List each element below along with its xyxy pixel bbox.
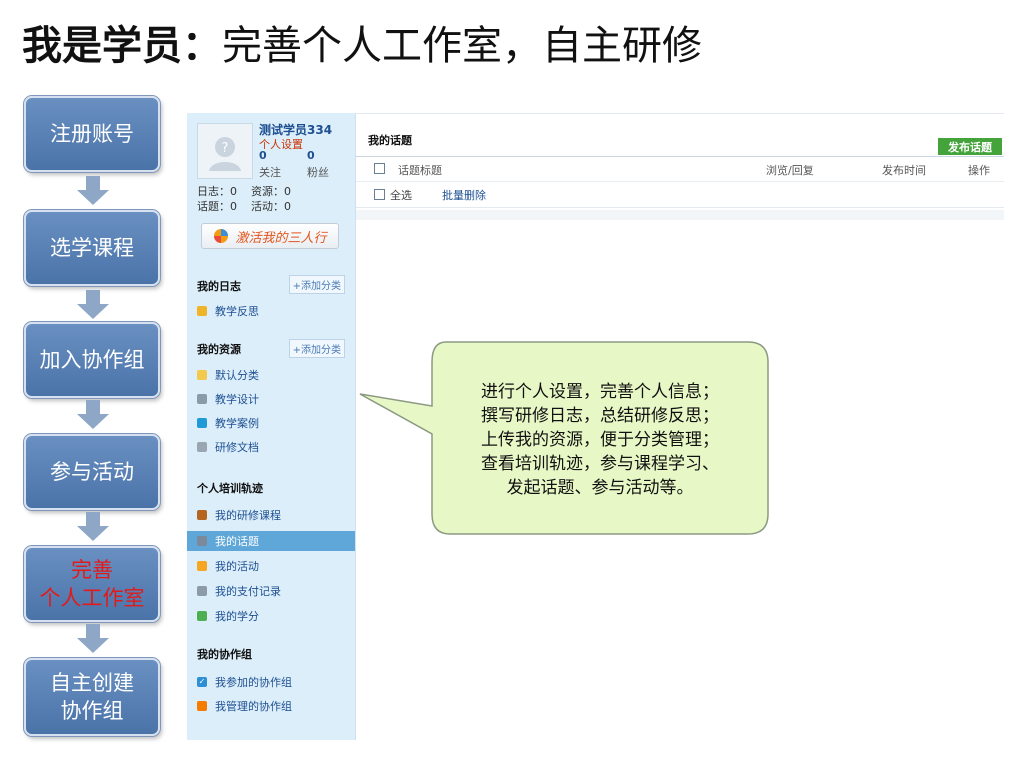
flow-step-improve-studio: 完善 个人工作室 (24, 546, 160, 622)
flow-arrow-down-icon (77, 400, 109, 429)
callout-line: 撰写研修日志，总结研修反思； (481, 406, 719, 426)
file-icon (197, 442, 207, 452)
divider (356, 210, 1004, 220)
book-icon (197, 510, 207, 520)
page-title: 我的话题 (368, 134, 412, 147)
slide-title-normal: 完善个人工作室，自主研修 (222, 23, 702, 69)
flow-step-label: 完善 个人工作室 (39, 558, 145, 610)
flow-step-label: 加入协作组 (39, 348, 145, 372)
column-header-title: 话题标题 (398, 164, 442, 177)
nav-item-label: 我的学分 (215, 610, 259, 623)
nav-item-my-activities[interactable]: 我的活动 (187, 556, 355, 576)
activate-sanrenxing-button[interactable]: 激活我的三人行 (201, 223, 339, 249)
flow-step-select-course: 选学课程 (24, 210, 160, 286)
nav-item-label: 我管理的协作组 (215, 700, 292, 713)
flow-step-join-activity: 参与活动 (24, 434, 160, 510)
pinwheel-icon (214, 229, 229, 243)
nav-item-teaching-reflection[interactable]: 教学反思 (187, 301, 355, 321)
section-my-groups: 我的协作组 (197, 648, 252, 661)
slide-title: 我是学员：完善个人工作室，自主研修 (22, 18, 702, 74)
table-toolbar-row: 全选 批量删除 (356, 181, 1004, 208)
nav-item-teaching-case[interactable]: 教学案例 (187, 413, 355, 433)
section-training-track: 个人培训轨迹 (197, 482, 263, 495)
callout-line: 上传我的资源，便于分类管理； (481, 430, 719, 450)
section-my-resources: 我的资源 (197, 343, 241, 356)
flow-step-label: 参与活动 (50, 460, 134, 484)
table-header: 话题标题 浏览/回复 发布时间 操作 (356, 156, 1004, 182)
follow-label[interactable]: 关注 (259, 164, 281, 180)
select-all-checkbox[interactable] (374, 189, 385, 200)
callout-line: 发起话题、参与活动等。 (506, 478, 694, 498)
column-header-views-replies: 浏览/回复 (766, 164, 814, 177)
nav-item-my-credits[interactable]: 我的学分 (187, 606, 355, 626)
nav-item-label: 我的研修课程 (215, 509, 281, 522)
topic-activity-count: 话题：0 活动：0 (197, 200, 291, 213)
nav-item-label: 教学反思 (215, 305, 259, 318)
gear-icon (197, 701, 207, 711)
flow-step-label: 注册账号 (50, 122, 134, 146)
flow-step-label: 自主创建 协作组 (50, 671, 134, 723)
nav-item-managed-groups[interactable]: 我管理的协作组 (187, 696, 355, 716)
note-icon (197, 306, 207, 316)
nav-item-label: 我的支付记录 (215, 585, 281, 598)
nav-item-label: 我的活动 (215, 560, 259, 573)
publish-topic-button[interactable]: 发布话题 (938, 138, 1002, 155)
nav-item-joined-groups[interactable]: ✓ 我参加的协作组 (187, 672, 355, 692)
callout-line: 进行个人设置，完善个人信息； (481, 382, 719, 402)
callout-text: 进行个人设置，完善个人信息； 撰写研修日志，总结研修反思； 上传我的资源，便于分… (432, 380, 768, 500)
chat-icon (197, 536, 207, 546)
app-sidebar: ? 测试学员334 个人设置 0 0 关注 粉丝 日志：0 资源：0 话题：0 … (187, 113, 356, 740)
nav-item-training-docs[interactable]: 研修文档 (187, 437, 355, 457)
flow-arrow-down-icon (77, 512, 109, 541)
svg-text:?: ? (222, 141, 229, 156)
document-icon (197, 394, 207, 404)
callout-line: 查看培训轨迹，参与课程学习、 (481, 454, 719, 474)
flow-step-join-group: 加入协作组 (24, 322, 160, 398)
flow-step-register: 注册账号 (24, 96, 160, 172)
nav-item-teaching-design[interactable]: 教学设计 (187, 389, 355, 409)
log-resource-count: 日志：0 资源：0 (197, 185, 291, 198)
receipt-icon (197, 586, 207, 596)
flow-step-create-group: 自主创建 协作组 (24, 658, 160, 736)
folder-icon (197, 370, 207, 380)
header-checkbox[interactable] (374, 163, 385, 174)
star-icon (197, 561, 207, 571)
nav-item-label: 我的话题 (215, 535, 259, 548)
section-my-logs: 我的日志 (197, 280, 241, 293)
follow-count[interactable]: 0 (259, 149, 267, 162)
flow-arrow-down-icon (77, 290, 109, 319)
checkmark-icon: ✓ (197, 677, 207, 687)
nav-item-label: 默认分类 (215, 369, 259, 382)
bulk-delete-link[interactable]: 批量删除 (442, 187, 486, 203)
nav-item-my-topics[interactable]: 我的话题 (187, 531, 355, 551)
nav-item-label: 教学案例 (215, 417, 259, 430)
fans-count[interactable]: 0 (307, 149, 315, 162)
disc-icon (197, 418, 207, 428)
slide-title-bold: 我是学员： (22, 22, 222, 69)
credit-icon (197, 611, 207, 621)
flow-arrow-down-icon (77, 176, 109, 205)
nav-item-label: 教学设计 (215, 393, 259, 406)
fans-label[interactable]: 粉丝 (307, 164, 329, 180)
column-header-publish-time: 发布时间 (882, 164, 926, 177)
flow-step-label: 选学课程 (50, 236, 134, 260)
avatar[interactable]: ? (197, 123, 253, 179)
activate-label: 激活我的三人行 (235, 230, 327, 246)
nav-item-default-category[interactable]: 默认分类 (187, 365, 355, 385)
nav-item-my-courses[interactable]: 我的研修课程 (187, 505, 355, 525)
nav-item-label: 我参加的协作组 (215, 676, 292, 689)
add-resource-category-button[interactable]: +添加分类 (288, 339, 345, 358)
nav-item-label: 研修文档 (215, 441, 259, 454)
avatar-placeholder-icon: ? (209, 137, 241, 171)
flow-arrow-down-icon (77, 624, 109, 653)
column-header-actions: 操作 (968, 164, 990, 177)
nav-item-payment-records[interactable]: 我的支付记录 (187, 581, 355, 601)
add-log-category-button[interactable]: +添加分类 (288, 275, 345, 294)
select-all-label[interactable]: 全选 (390, 187, 412, 203)
